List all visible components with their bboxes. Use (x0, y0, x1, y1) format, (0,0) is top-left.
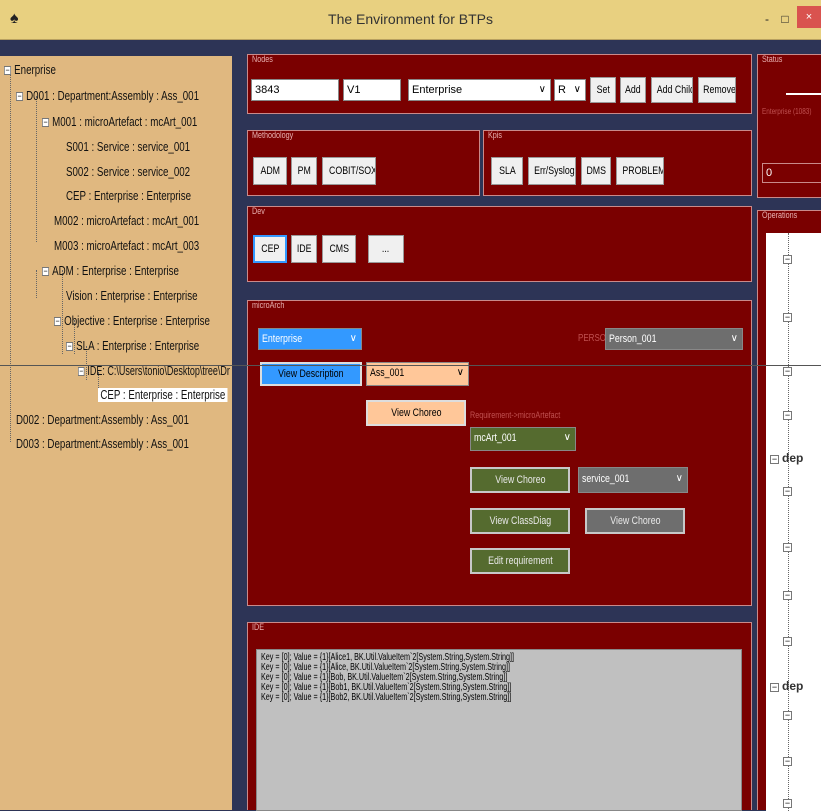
collapse-icon[interactable]: − (42, 118, 50, 128)
adm-button[interactable]: ADM (253, 157, 287, 185)
collapse-icon[interactable]: − (783, 313, 792, 322)
view-choreo-button-2[interactable]: View Choreo (470, 467, 570, 493)
requirement-label: Requirement->microArtefact (470, 410, 561, 420)
tree-node[interactable]: − SLA : Enterprise : Enterprise (66, 336, 199, 356)
enterprise-dropdown[interactable]: Enterprise ∨ (258, 328, 362, 350)
tree-root[interactable]: − Enerprise (4, 60, 56, 80)
collapse-icon[interactable]: − (54, 317, 62, 327)
tree-node[interactable]: S001 : Service : service_001 (66, 137, 190, 157)
add-button[interactable]: Add (620, 77, 646, 103)
pm-button[interactable]: PM (291, 157, 317, 185)
tree-pane: − Enerprise − D001 : Department:Assembly :… (0, 56, 232, 810)
view-choreo-button-3[interactable]: View Choreo (585, 508, 685, 534)
window-title: The Environment for BTPs (328, 11, 493, 27)
nodes-group: Nodes 3843 V1 Enterprise ∨ R ∨ Set Add Add… (247, 54, 752, 114)
chevron-down-icon: ∨ (538, 84, 546, 95)
tree-node[interactable]: M003 : microArtefact : mcArt_003 (54, 236, 199, 256)
ide-output[interactable]: Key = [0]; Value = {1}[Alice1, BK.Util.V… (256, 649, 742, 811)
edit-requirement-button[interactable]: Edit requirement (470, 548, 570, 574)
collapse-icon[interactable]: − (783, 255, 792, 264)
collapse-icon[interactable]: − (42, 267, 50, 277)
dms-button[interactable]: DMS (581, 157, 611, 185)
collapse-icon[interactable]: − (783, 757, 792, 766)
cms-button[interactable]: CMS (322, 235, 356, 263)
tree-node[interactable]: M002 : microArtefact : mcArt_001 (54, 211, 199, 231)
type-dropdown[interactable]: Enterprise ∨ (408, 79, 551, 101)
minimize-button[interactable]: - (759, 12, 775, 26)
chevron-down-icon: ∨ (349, 333, 357, 344)
dev-group: Dev CEP IDE CMS ... (247, 206, 752, 282)
chevron-down-icon: ∨ (563, 432, 571, 443)
service-dropdown[interactable]: service_001 ∨ (578, 467, 688, 493)
collapse-icon[interactable]: − (783, 367, 792, 376)
remove-button[interactable]: Remove (698, 77, 736, 103)
tree-node[interactable]: D003 : Department:Assembly : Ass_001 (16, 434, 189, 454)
person-dropdown[interactable]: Person_001 ∨ (605, 328, 743, 350)
ide-line: Key = [0]; Value = {1}[Bob2, BK.Util.Val… (261, 692, 512, 703)
collapse-icon[interactable]: − (783, 711, 792, 720)
tree-node[interactable]: CEP : Enterprise : Enterprise (66, 186, 191, 206)
maximize-button[interactable]: □ (777, 12, 793, 26)
tree-node[interactable]: − Objective : Enterprise : Enterprise (54, 311, 210, 331)
collapse-icon[interactable]: − (78, 367, 85, 377)
collapse-icon[interactable]: − (770, 683, 779, 692)
status-input[interactable]: 0 (762, 163, 821, 183)
operations-header: dep (782, 679, 804, 693)
tree-guide (10, 70, 11, 442)
tree-guide (36, 270, 37, 298)
collapse-icon[interactable]: − (783, 799, 792, 808)
collapse-icon[interactable]: − (783, 591, 792, 600)
status-text: Enterprise (1083) (762, 107, 812, 116)
cep-button[interactable]: CEP (253, 235, 287, 263)
title-bar: ♠ The Environment for BTPs - □ × (0, 0, 821, 40)
tree-guide (36, 96, 37, 242)
chevron-down-icon: ∨ (730, 333, 738, 344)
tree-node-selected[interactable]: CEP : Enterprise : Enterprise (98, 385, 228, 405)
tree-node[interactable]: D002 : Department:Assembly : Ass_001 (16, 410, 189, 430)
collapse-icon[interactable]: − (783, 487, 792, 496)
mode-dropdown[interactable]: R ∨ (554, 79, 586, 101)
tree-node[interactable]: − D001 : Department:Assembly : Ass_001 (16, 86, 199, 106)
ide-button[interactable]: IDE (291, 235, 317, 263)
chevron-down-icon: ∨ (675, 473, 683, 484)
tree-node[interactable]: − M001 : microArtefact : mcArt_001 (42, 112, 197, 132)
mcart-dropdown[interactable]: mcArt_001 ∨ (470, 427, 576, 451)
collapse-icon[interactable]: − (783, 637, 792, 646)
kpis-group: Kpis SLA Err/Syslog DMS PROBLEM (483, 130, 752, 196)
tree-node[interactable]: Vision : Enterprise : Enterprise (66, 286, 198, 306)
more-button[interactable]: ... (368, 235, 404, 263)
collapse-icon[interactable]: − (770, 455, 779, 464)
collapse-icon[interactable]: − (783, 411, 792, 420)
status-group: Status Enterprise (1083) 0 (757, 54, 821, 198)
set-button[interactable]: Set (590, 77, 616, 103)
status-divider (786, 93, 821, 95)
collapse-icon[interactable]: − (783, 543, 792, 552)
cobit-sox-button[interactable]: COBIT/SOX (322, 157, 376, 185)
err-syslog-button[interactable]: Err/Syslog (528, 157, 576, 185)
sla-button[interactable]: SLA (491, 157, 523, 185)
microarch-group: microArch Enterprise ∨ PERSON Person_001 ∨… (247, 300, 752, 606)
collapse-icon[interactable]: − (66, 342, 74, 352)
divider-line (0, 365, 821, 366)
tree-node[interactable]: − ADM : Enterprise : Enterprise (42, 261, 179, 281)
problem-button[interactable]: PROBLEM (616, 157, 664, 185)
tree-node[interactable]: − IDE: C:\Users\tonio\Desktop\tree\Dr (78, 361, 230, 381)
add-child-button[interactable]: Add Child (651, 77, 693, 103)
chevron-down-icon: ∨ (456, 367, 464, 378)
view-classdiag-button[interactable]: View ClassDiag (470, 508, 570, 534)
tree-node[interactable]: S002 : Service : service_002 (66, 162, 190, 182)
methodology-group: Methodology ADM PM COBIT/SOX (247, 130, 480, 196)
operations-tree[interactable]: − − − − − dep − − − − − dep − − − (766, 233, 821, 811)
operations-header: dep (782, 451, 804, 465)
collapse-icon[interactable]: − (16, 92, 24, 102)
id-input[interactable]: 3843 (251, 79, 339, 101)
collapse-icon[interactable]: − (4, 66, 12, 76)
ide-group: IDE Key = [0]; Value = {1}[Alice1, BK.Ut… (247, 622, 752, 811)
operations-group: Operations − − − − − dep − − − − − dep −… (757, 210, 821, 811)
chevron-down-icon: ∨ (573, 84, 581, 95)
close-button[interactable]: × (797, 6, 821, 28)
view-choreo-button[interactable]: View Choreo (366, 400, 466, 426)
version-input[interactable]: V1 (343, 79, 401, 101)
